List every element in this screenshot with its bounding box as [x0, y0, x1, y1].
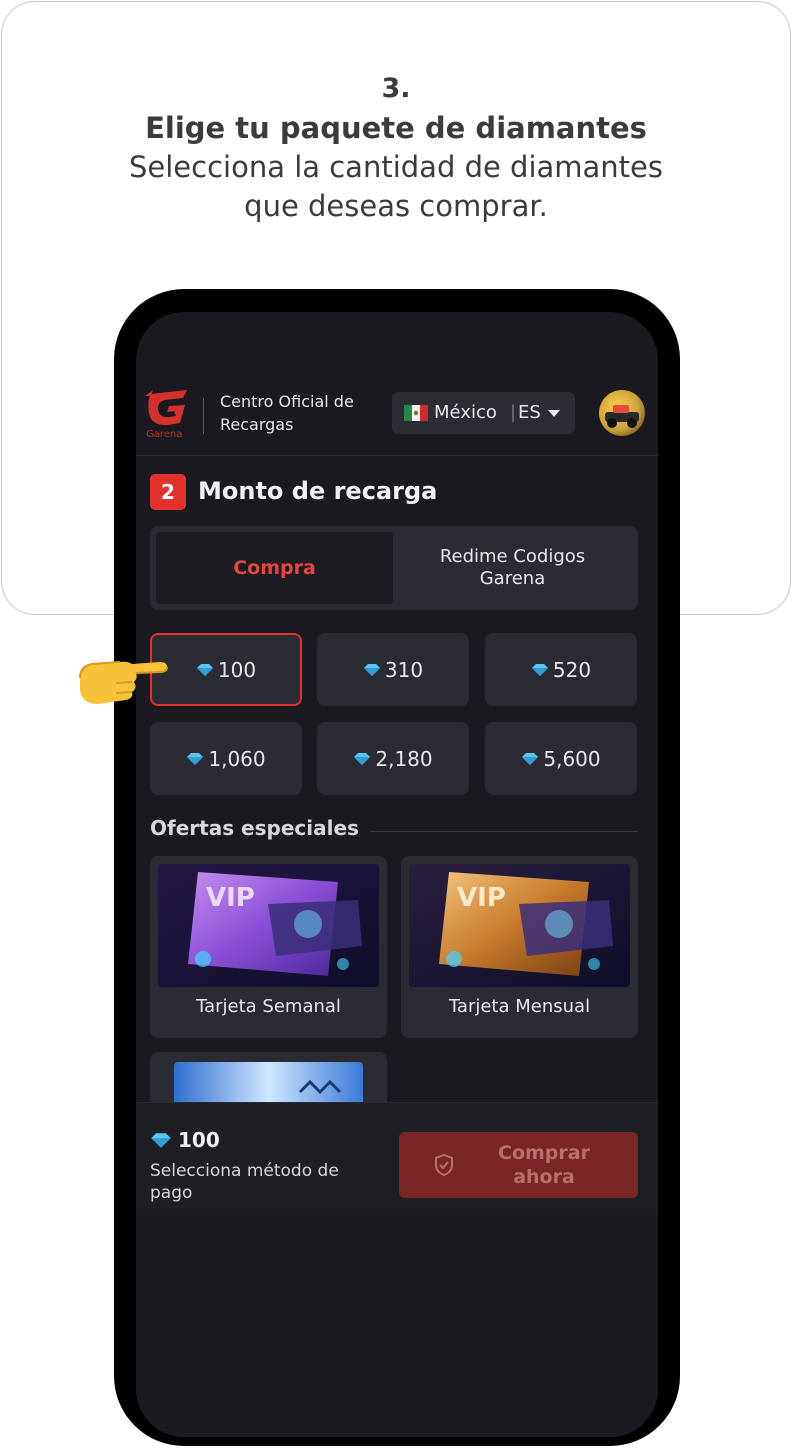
- diamond-package-5600[interactable]: 5,600: [485, 722, 637, 795]
- mexico-flag-icon: [404, 405, 428, 421]
- step-number: 3.: [381, 73, 411, 104]
- tab-redeem-codes[interactable]: Redime Codigos Garena: [393, 532, 632, 604]
- offer-label: Tarjeta Semanal: [196, 996, 341, 1017]
- package-amount: 310: [384, 657, 424, 682]
- brand-title: Centro Oficial de Recargas: [220, 390, 354, 436]
- diamond-icon: [531, 663, 548, 676]
- svg-text:VIP: VIP: [457, 883, 506, 913]
- summary-amount-value: 100: [178, 1128, 220, 1152]
- brand-line-1: Centro Oficial de: [220, 392, 354, 411]
- package-amount: 1,060: [208, 746, 266, 771]
- diamond-icon: [354, 752, 371, 765]
- garena-logo-text: Garena: [146, 429, 183, 440]
- buy-now-line-1: Comprar: [498, 1142, 590, 1164]
- lower-panel: [136, 1214, 658, 1437]
- package-amount: 5,600: [543, 746, 601, 771]
- section-title: Monto de recarga: [198, 477, 438, 505]
- package-amount: 2,180: [375, 746, 433, 771]
- buy-now-label: Comprar ahora: [469, 1141, 619, 1189]
- region-country: México: [434, 402, 497, 423]
- package-amount: 520: [552, 657, 592, 682]
- region-selector[interactable]: México | ES: [392, 392, 575, 434]
- header-divider: [203, 398, 204, 434]
- pointing-hand-icon: [79, 661, 168, 704]
- package-amount: 100: [217, 657, 257, 682]
- diamond-package-310[interactable]: 310: [317, 633, 469, 706]
- diamond-icon: [151, 1132, 171, 1148]
- weekly-card-image: VIP: [158, 864, 379, 987]
- svg-text:VIP: VIP: [206, 883, 255, 913]
- buy-now-line-2: ahora: [513, 1166, 575, 1188]
- tab-compra[interactable]: Compra: [156, 532, 393, 604]
- diamond-icon: [363, 663, 380, 676]
- step-description-line1: Selecciona la cantidad de diamantes: [128, 150, 663, 184]
- step-title: Elige tu paquete de diamantes: [145, 111, 647, 145]
- monthly-card-image: VIP: [409, 864, 630, 987]
- diamond-icon: [196, 663, 213, 676]
- tab-redeem-line-2: Garena: [479, 568, 546, 589]
- summary-amount: 100: [150, 1128, 220, 1152]
- offer-card-monthly[interactable]: VIP Tarjeta Mensual: [401, 856, 638, 1038]
- offer-card-weekly[interactable]: VIP Tarjeta Semanal: [150, 856, 387, 1038]
- offer-label: Tarjeta Mensual: [448, 996, 591, 1017]
- shield-check-icon: [435, 1153, 453, 1177]
- diamond-icon: [522, 752, 539, 765]
- tab-redeem-line-1: Redime Codigos: [439, 546, 586, 567]
- diamond-package-100[interactable]: 100: [150, 633, 302, 706]
- section-step-badge: 2: [150, 474, 186, 510]
- instruction-text: 3. Elige tu paquete de diamantes Selecci…: [2, 70, 790, 226]
- offers-title: Ofertas especiales: [150, 816, 359, 840]
- avatar[interactable]: [599, 390, 645, 436]
- offers-divider: [370, 831, 638, 832]
- buy-now-button[interactable]: Comprar ahora: [399, 1132, 638, 1198]
- diamond-icon: [187, 752, 204, 765]
- region-separator: |: [510, 402, 517, 423]
- app-header: [136, 312, 658, 456]
- phone-screen: Garena Centro Oficial de Recargas México…: [136, 312, 658, 1437]
- diamond-package-1060[interactable]: 1,060: [150, 722, 302, 795]
- purchase-tabs: Compra Redime Codigos Garena: [150, 526, 638, 610]
- avatar-image: [605, 405, 639, 428]
- diamond-package-520[interactable]: 520: [485, 633, 637, 706]
- region-language: ES: [518, 402, 541, 423]
- diamond-package-2180[interactable]: 2,180: [317, 722, 469, 795]
- payment-method-hint: Selecciona método de pago: [150, 1161, 339, 1203]
- chevron-down-icon: [548, 410, 560, 417]
- step-description-line2: que deseas comprar.: [244, 189, 548, 223]
- brand-line-2: Recargas: [220, 415, 294, 434]
